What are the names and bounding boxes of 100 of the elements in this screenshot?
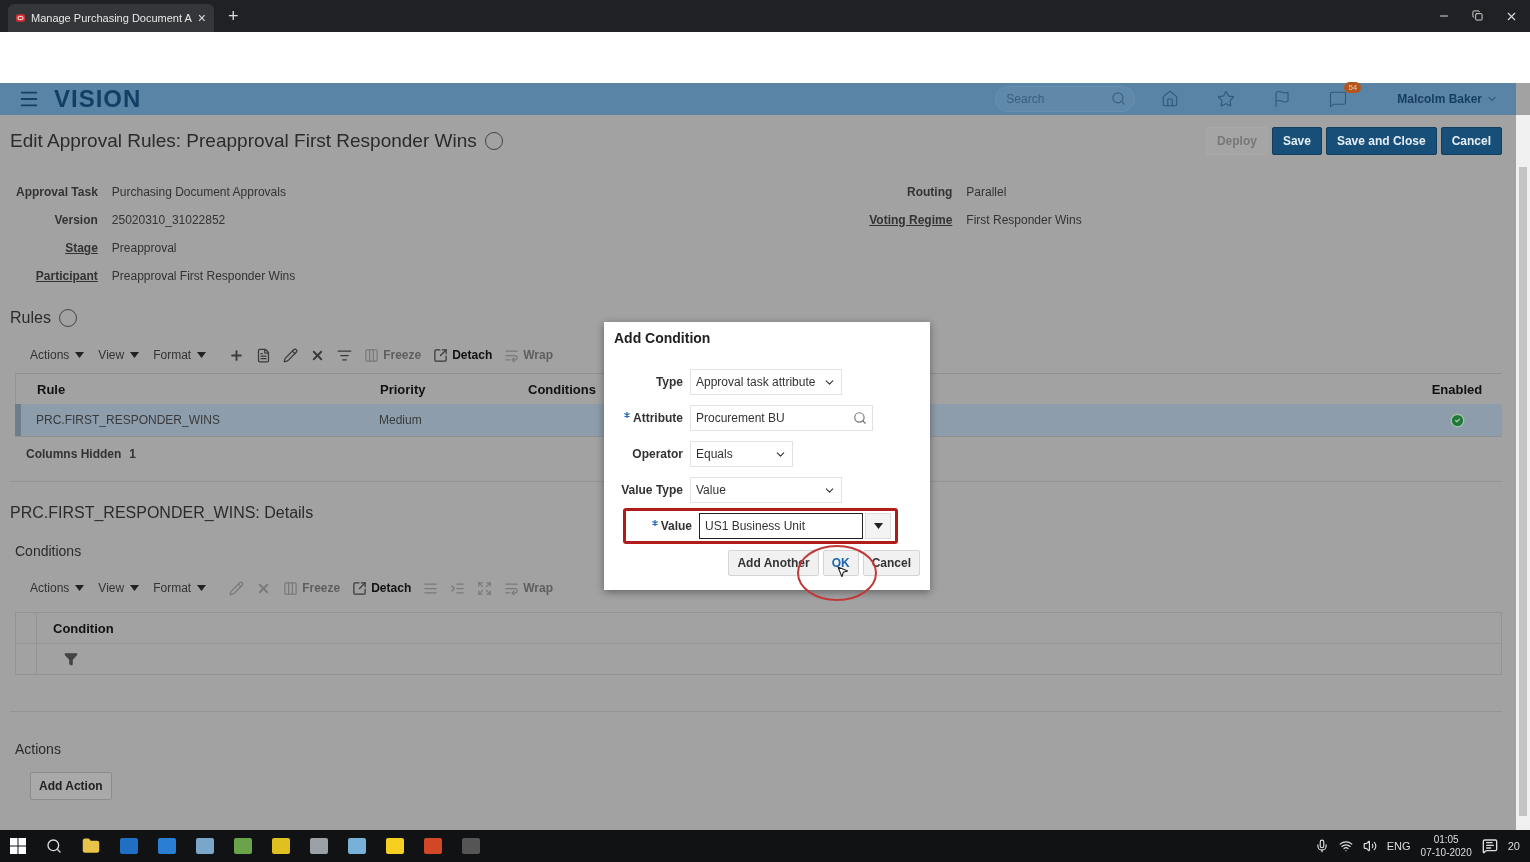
field-label: Version (53, 213, 98, 227)
app-icon[interactable] (272, 838, 290, 854)
flag-icon[interactable] (1273, 90, 1292, 108)
section-title: Rules (10, 309, 51, 327)
field-label: Value (660, 519, 692, 533)
tab-close-button[interactable]: × (197, 11, 206, 25)
app-icon[interactable] (196, 838, 214, 854)
input-field[interactable]: US1 Business Unit (699, 513, 863, 539)
restore-icon[interactable] (1472, 9, 1483, 21)
hidden-count: 1 (129, 447, 137, 461)
wifi-icon[interactable] (1338, 839, 1353, 853)
app-icon[interactable] (234, 838, 252, 854)
app-icon[interactable] (462, 838, 480, 854)
menu-button[interactable]: Actions (26, 581, 89, 595)
detach-icon (433, 347, 449, 363)
select-field[interactable]: Equals (690, 441, 793, 467)
speaker-icon[interactable] (1362, 839, 1377, 853)
field-label: Attribute (633, 411, 683, 425)
action-button[interactable]: Cancel (1440, 127, 1502, 155)
filter-icon (337, 347, 353, 363)
browser-tab[interactable]: Manage Purchasing Document A × (8, 4, 214, 32)
add-action-button[interactable]: Add Action (30, 772, 112, 800)
caret-icon (197, 352, 207, 358)
caret-icon (130, 585, 140, 591)
field-label: Approval Task (16, 185, 98, 199)
menu-button[interactable]: View (94, 348, 144, 362)
section-title: Actions (15, 741, 61, 757)
page-title: Edit Approval Rules: Preapproval First Responder Wins (10, 130, 477, 152)
caret-icon (75, 585, 85, 591)
field-value: Preapproval First Responder Wins (111, 269, 296, 283)
folder-icon[interactable] (82, 837, 100, 855)
field-value: 25020310_31022852 (111, 213, 227, 227)
toolbar-button[interactable]: Detach (349, 580, 415, 596)
clock-date: 07-10-2020 (1420, 847, 1472, 858)
select-field[interactable]: Value (690, 477, 842, 503)
expand-icon (477, 580, 493, 596)
wrap-icon (504, 580, 520, 596)
menu-button[interactable]: Format (149, 348, 211, 362)
search-icon (853, 411, 867, 425)
notification-count: 20 (1507, 840, 1520, 852)
columns-icon (283, 580, 299, 596)
search-field[interactable]: Procurement BU (690, 405, 873, 431)
indent-icon (450, 580, 466, 596)
field-link[interactable]: Stage (16, 241, 98, 255)
hidden-label: Columns Hidden (26, 447, 122, 461)
column-header[interactable]: Priority (380, 381, 426, 397)
table-cell-text: PRC.FIRST_RESPONDER_WINS (36, 413, 222, 427)
star-icon[interactable] (1217, 90, 1236, 108)
add-icon (229, 347, 245, 363)
field-label: Value Type (621, 483, 683, 497)
search-icon[interactable] (46, 838, 62, 854)
action-button[interactable]: Save (1271, 127, 1322, 155)
notification-badge: 54 (1344, 82, 1362, 93)
menu-button[interactable]: Actions (26, 348, 89, 362)
field-value: First Responder Wins (966, 213, 1082, 227)
app-icon[interactable] (158, 838, 176, 854)
column-header[interactable]: Condition (37, 620, 114, 636)
field-label: Routing (906, 185, 953, 199)
table-cell-text: Medium (379, 413, 423, 427)
new-tab-button[interactable]: + (228, 7, 239, 25)
wrap-icon (504, 347, 520, 363)
app-icon[interactable] (348, 838, 366, 854)
rows-icon (423, 580, 439, 596)
chat-icon[interactable] (1329, 90, 1348, 108)
caret-icon (197, 585, 207, 591)
scrollbar[interactable] (1516, 115, 1530, 830)
dropdown-button[interactable] (865, 513, 891, 539)
tab-title: Manage Purchasing Document A (31, 12, 192, 24)
column-header[interactable]: Rule (37, 381, 66, 397)
detach-icon (352, 580, 368, 596)
column-header[interactable]: Conditions (528, 381, 596, 397)
notification-icon[interactable] (1481, 838, 1498, 854)
brand-logo: VISION (54, 85, 142, 113)
toolbar-button[interactable]: Detach (430, 347, 496, 363)
document-icon (256, 347, 272, 363)
app-icon[interactable] (424, 838, 442, 854)
column-header[interactable]: Enabled (1431, 381, 1483, 397)
app-icon[interactable] (310, 838, 328, 854)
caret-icon (75, 352, 85, 358)
clock-time: 01:05 (1433, 834, 1459, 845)
language-indicator[interactable]: ENG (1386, 840, 1411, 852)
home-icon[interactable] (1161, 90, 1180, 108)
caret-icon (130, 352, 140, 358)
pencil-icon (229, 580, 245, 596)
action-button[interactable]: Save and Close (1325, 127, 1437, 155)
menu-button[interactable]: Format (149, 581, 211, 595)
field-value: Purchasing Document Approvals (111, 185, 287, 199)
app-icon[interactable] (120, 838, 138, 854)
pencil-icon (283, 347, 299, 363)
filter-icon[interactable] (64, 652, 78, 666)
field-label: Operator (632, 447, 683, 461)
caret-icon (873, 523, 883, 529)
select-field[interactable]: Approval task attribute (690, 369, 842, 395)
field-link[interactable]: Participant (16, 269, 98, 283)
menu-button[interactable]: View (94, 581, 144, 595)
app-icon[interactable] (386, 838, 404, 854)
microphone-icon[interactable] (1314, 839, 1329, 853)
section-title: PRC.FIRST_RESPONDER_WINS: Details (10, 504, 314, 522)
windows-icon[interactable] (10, 838, 26, 854)
field-link[interactable]: Voting Regime (869, 213, 953, 227)
